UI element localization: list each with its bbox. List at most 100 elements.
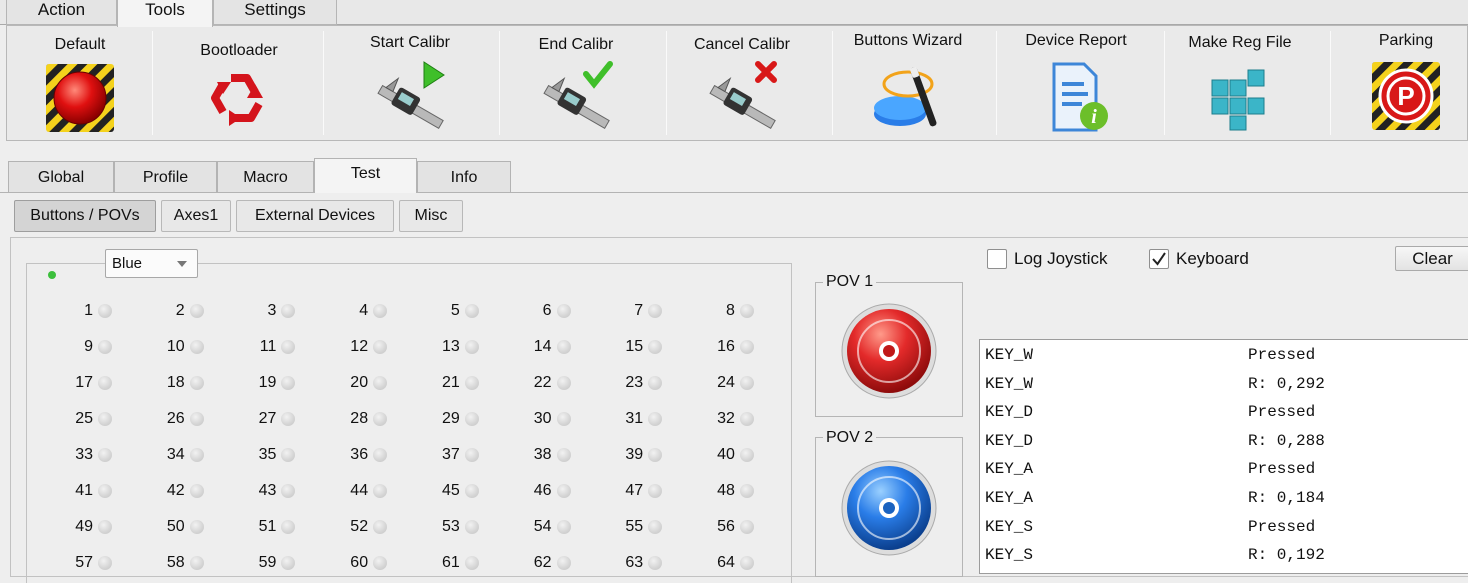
button-number: 23 bbox=[625, 374, 644, 391]
button-number: 59 bbox=[258, 554, 277, 571]
tab-global[interactable]: Global bbox=[8, 161, 114, 192]
log-key: KEY_A bbox=[985, 460, 1034, 479]
button-led bbox=[98, 376, 112, 390]
tab-profile[interactable]: Profile bbox=[114, 161, 217, 192]
button-number: 36 bbox=[350, 446, 369, 463]
toolbar-separator bbox=[996, 31, 997, 135]
button-led bbox=[189, 520, 204, 534]
pov1-indicator bbox=[841, 303, 937, 399]
buttons-group bbox=[26, 263, 792, 583]
button-number: 8 bbox=[725, 302, 735, 319]
button-led bbox=[739, 448, 754, 462]
button-led bbox=[189, 340, 204, 354]
menu-tab-tools[interactable]: Tools bbox=[117, 0, 213, 27]
log-value: R: 0,192 bbox=[1248, 546, 1325, 565]
log-row: KEY_D Pressed bbox=[980, 398, 1468, 426]
parking-button[interactable]: Parking P bbox=[1336, 30, 1468, 136]
log-key: KEY_D bbox=[985, 431, 1034, 450]
button-led bbox=[464, 304, 479, 318]
status-indicator-dot bbox=[48, 271, 56, 279]
menu-tab-action[interactable]: Action bbox=[6, 0, 117, 25]
log-key: KEY_S bbox=[985, 517, 1034, 536]
button-led bbox=[373, 412, 388, 426]
button-led bbox=[464, 340, 479, 354]
button-number: 64 bbox=[717, 554, 735, 571]
buttons-wizard-button[interactable]: Buttons Wizard bbox=[838, 30, 978, 136]
button-led bbox=[373, 340, 388, 354]
toolbar-separator bbox=[323, 31, 324, 135]
button-number: 5 bbox=[450, 302, 460, 319]
subtab-axes1[interactable]: Axes1 bbox=[161, 200, 231, 232]
button-led bbox=[189, 412, 204, 426]
event-log[interactable]: KEY_W Pressed KEY_W R: 0,292 KEY_D Pressed KEY… bbox=[979, 339, 1468, 574]
button-number: 1 bbox=[84, 302, 93, 319]
button-led bbox=[739, 304, 754, 318]
button-number: 58 bbox=[166, 554, 185, 571]
clear-button[interactable]: Clear bbox=[1395, 246, 1468, 271]
device-report-label: Device Report bbox=[1025, 32, 1127, 49]
panel-tab-baseline bbox=[0, 192, 1468, 193]
tab-macro[interactable]: Macro bbox=[217, 161, 314, 192]
log-value: Pressed bbox=[1248, 517, 1316, 536]
document-info-icon: i bbox=[1052, 62, 1108, 132]
button-number: 28 bbox=[350, 410, 369, 427]
button-number: 55 bbox=[625, 518, 644, 535]
start-calibr-button[interactable]: Start Calibr bbox=[335, 30, 485, 136]
end-calibr-label: End Calibr bbox=[538, 36, 614, 53]
svg-text:i: i bbox=[1091, 106, 1097, 128]
button-number: 27 bbox=[258, 410, 277, 427]
button-number: 14 bbox=[533, 338, 552, 355]
button-number: 16 bbox=[717, 338, 735, 355]
device-report-button[interactable]: Device Report i bbox=[1002, 30, 1150, 136]
button-number: 39 bbox=[625, 446, 644, 463]
tab-test[interactable]: Test bbox=[314, 158, 417, 193]
button-number: 44 bbox=[350, 482, 369, 499]
pov2-label: POV 2 bbox=[823, 429, 877, 447]
log-value: Pressed bbox=[1248, 346, 1316, 364]
button-number: 53 bbox=[442, 518, 460, 535]
menu-tab-settings[interactable]: Settings bbox=[213, 0, 337, 25]
cancel-calibr-button[interactable]: Cancel Calibr bbox=[672, 30, 812, 136]
button-number: 54 bbox=[533, 518, 552, 535]
button-led bbox=[189, 376, 204, 390]
button-number: 46 bbox=[533, 482, 552, 499]
button-number: 52 bbox=[350, 518, 369, 535]
log-value: R: 0,288 bbox=[1248, 431, 1325, 450]
toolbar-separator bbox=[1330, 31, 1331, 135]
make-reg-file-button[interactable]: Make Reg File bbox=[1170, 30, 1310, 136]
subtab-buttons-povs[interactable]: Buttons / POVs bbox=[14, 200, 156, 232]
tab-info[interactable]: Info bbox=[417, 161, 511, 192]
button-led bbox=[373, 484, 388, 498]
button-number: 13 bbox=[442, 338, 460, 355]
start-calibr-label: Start Calibr bbox=[369, 34, 451, 51]
button-number: 30 bbox=[533, 410, 552, 427]
log-joystick-checkbox[interactable] bbox=[987, 249, 1007, 269]
button-led bbox=[464, 376, 479, 390]
chevron-down-icon bbox=[177, 261, 187, 267]
pov1-label: POV 1 bbox=[823, 273, 877, 291]
log-row: KEY_W Pressed bbox=[980, 341, 1468, 369]
button-number: 56 bbox=[717, 518, 735, 535]
log-joystick-label: Log Joystick bbox=[1014, 249, 1108, 268]
subtab-misc[interactable]: Misc bbox=[399, 200, 463, 232]
button-number: 29 bbox=[442, 410, 460, 427]
toolbar-separator bbox=[152, 31, 153, 135]
button-number: 6 bbox=[542, 302, 552, 319]
button-number: 45 bbox=[442, 482, 460, 499]
bootloader-button[interactable]: Bootloader bbox=[165, 30, 313, 136]
button-led bbox=[556, 520, 571, 534]
default-button[interactable]: Default bbox=[10, 30, 150, 136]
button-led bbox=[556, 412, 571, 426]
button-wand-icon bbox=[874, 67, 937, 127]
color-select[interactable]: Blue bbox=[105, 249, 198, 278]
button-number: 35 bbox=[258, 446, 277, 463]
button-number: 43 bbox=[258, 482, 277, 499]
log-value: R: 0,184 bbox=[1248, 489, 1325, 507]
subtab-external-devices[interactable]: External Devices bbox=[236, 200, 394, 232]
button-number: 26 bbox=[166, 410, 185, 427]
caliper-play-icon bbox=[377, 61, 445, 130]
button-number: 17 bbox=[75, 374, 93, 391]
end-calibr-button[interactable]: End Calibr bbox=[506, 30, 646, 136]
keyboard-checkbox[interactable] bbox=[1149, 249, 1169, 269]
log-row: KEY_W R: 0,292 bbox=[980, 370, 1468, 398]
